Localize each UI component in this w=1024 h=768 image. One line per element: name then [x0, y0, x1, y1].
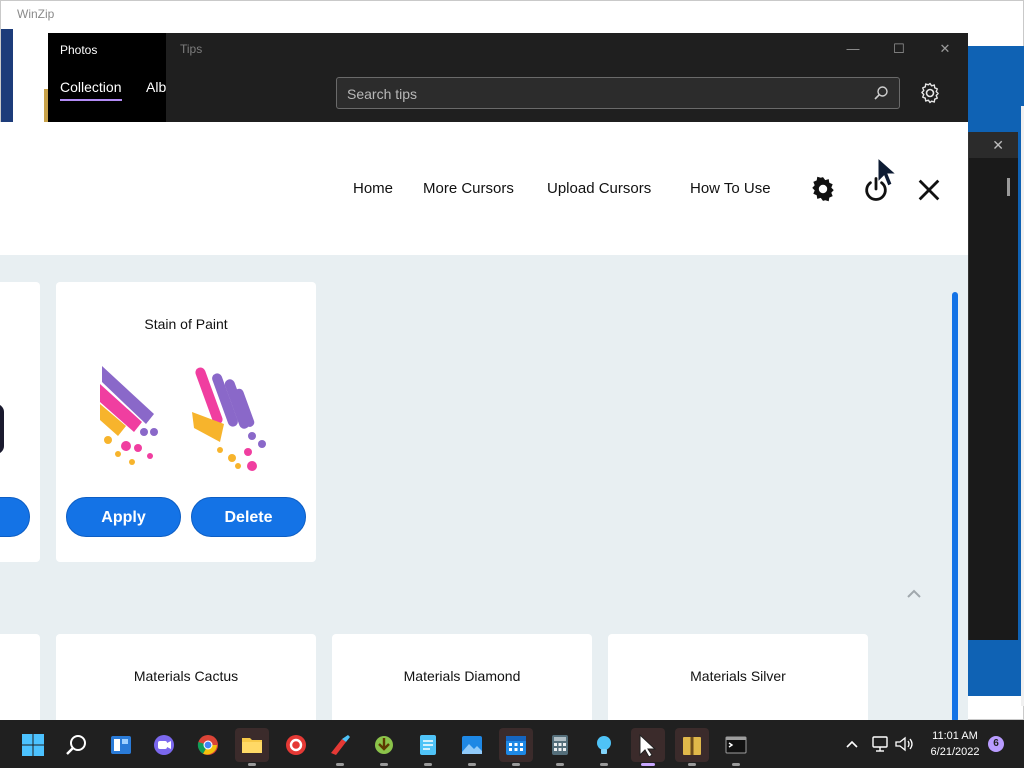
search-icon: [66, 735, 86, 755]
app-header: Home More Cursors Upload Cursors How To …: [0, 122, 968, 255]
cursor-card-partial: [0, 282, 40, 562]
cursor-card-materials-silver: Materials Silver: [608, 634, 868, 720]
taskbar-notepad[interactable]: [411, 728, 445, 766]
minimize-button[interactable]: —: [835, 39, 871, 59]
nav-upload-cursors[interactable]: Upload Cursors: [547, 180, 651, 197]
search-box[interactable]: [336, 77, 900, 109]
taskbar-ccleaner-brush[interactable]: [323, 728, 357, 766]
taskbar-file-explorer[interactable]: [235, 728, 269, 766]
settings-gear-icon[interactable]: [809, 175, 837, 203]
widgets-icon: [111, 736, 131, 754]
search-input[interactable]: [347, 84, 847, 104]
taskbar-tips[interactable]: [587, 728, 621, 766]
winzip-icon: [683, 737, 701, 755]
delete-button[interactable]: Delete: [191, 497, 306, 537]
cursor-preview: [0, 404, 4, 454]
photos-icon: [462, 736, 482, 754]
windows-logo-icon: [22, 734, 44, 756]
terminal-icon: [725, 736, 747, 754]
clock-date: 6/21/2022: [930, 746, 980, 758]
card-title: Materials Silver: [690, 668, 786, 684]
photos-window: Photos Collection Albums: [44, 33, 193, 125]
chevron-up-icon[interactable]: [844, 737, 860, 751]
taskbar-ccleaner[interactable]: [279, 728, 313, 762]
taskbar-widgets[interactable]: [104, 728, 138, 762]
background-window-dark[interactable]: ✕: [968, 132, 1018, 640]
taskbar: 11:01 AM 6/21/2022 6: [0, 720, 1024, 768]
taskbar-photos[interactable]: [455, 728, 489, 766]
scrollbar[interactable]: [952, 292, 958, 720]
calculator-icon: [552, 735, 568, 755]
start-button[interactable]: [16, 728, 50, 762]
apply-button[interactable]: [0, 497, 30, 537]
scrollbar[interactable]: [1007, 178, 1010, 196]
cursor-card-partial: [0, 634, 40, 720]
chrome-icon: [197, 735, 218, 755]
tips-window: Tips — ☐ ✕: [166, 33, 968, 125]
winzip-title: WinZip: [17, 7, 55, 21]
taskbar-download-manager[interactable]: [367, 728, 401, 766]
chevron-up-icon[interactable]: [904, 586, 924, 600]
search-icon[interactable]: [873, 85, 889, 101]
cursor-card-materials-diamond: Materials Diamond: [332, 634, 592, 720]
maximize-button[interactable]: ☐: [881, 39, 917, 59]
close-icon[interactable]: ✕: [992, 137, 1004, 154]
card-title: Stain of Paint: [144, 316, 228, 332]
card-title: Materials Cactus: [133, 668, 239, 684]
folder-icon: [242, 738, 262, 753]
network-icon[interactable]: [870, 735, 890, 753]
taskbar-calculator[interactable]: [543, 728, 577, 766]
brush-icon: [331, 735, 350, 755]
notepad-icon: [420, 735, 436, 755]
calendar-icon: [506, 736, 526, 755]
cursor-app-window: Home More Cursors Upload Cursors How To …: [0, 122, 968, 720]
cursor-card-stain-of-paint: Stain of Paint Apply Delete: [56, 282, 316, 562]
volume-icon[interactable]: [894, 735, 914, 753]
taskbar-search[interactable]: [60, 728, 94, 762]
taskbar-winzip[interactable]: [675, 728, 709, 766]
clock[interactable]: 11:01 AM 6/21/2022: [920, 728, 990, 760]
close-icon[interactable]: [915, 176, 943, 204]
taskbar-chrome[interactable]: [191, 728, 225, 762]
close-button[interactable]: ✕: [927, 39, 963, 59]
nav-home[interactable]: Home: [353, 180, 393, 197]
tab-underline: [60, 99, 122, 101]
notification-badge[interactable]: 6: [988, 736, 1004, 752]
cursor-card-materials-cactus: Materials Cactus: [56, 634, 316, 720]
nav-more-cursors[interactable]: More Cursors: [423, 180, 514, 197]
taskbar-terminal[interactable]: [719, 728, 753, 766]
nav-how-to-use[interactable]: How To Use: [690, 180, 771, 197]
cursor-app-icon: [639, 733, 657, 757]
tab-collection[interactable]: Collection: [60, 79, 121, 95]
tips-title: Tips: [180, 42, 203, 56]
mouse-pointer-icon: [877, 156, 898, 187]
ccleaner-icon: [286, 735, 306, 755]
paint-cursor-icon: [100, 366, 158, 465]
lightbulb-icon: [597, 736, 611, 754]
photos-title: Photos: [60, 43, 98, 57]
card-title: Materials Diamond: [403, 668, 521, 684]
download-manager-icon: [375, 736, 393, 754]
clock-time: 11:01 AM: [932, 730, 978, 742]
taskbar-teams[interactable]: [147, 728, 181, 762]
paint-hand-cursor-icon: [192, 367, 266, 471]
apply-button[interactable]: Apply: [66, 497, 181, 537]
teams-chat-icon: [154, 735, 174, 755]
taskbar-cursor-app[interactable]: [631, 728, 665, 766]
taskbar-calendar[interactable]: [499, 728, 533, 766]
gear-icon[interactable]: [918, 81, 942, 105]
